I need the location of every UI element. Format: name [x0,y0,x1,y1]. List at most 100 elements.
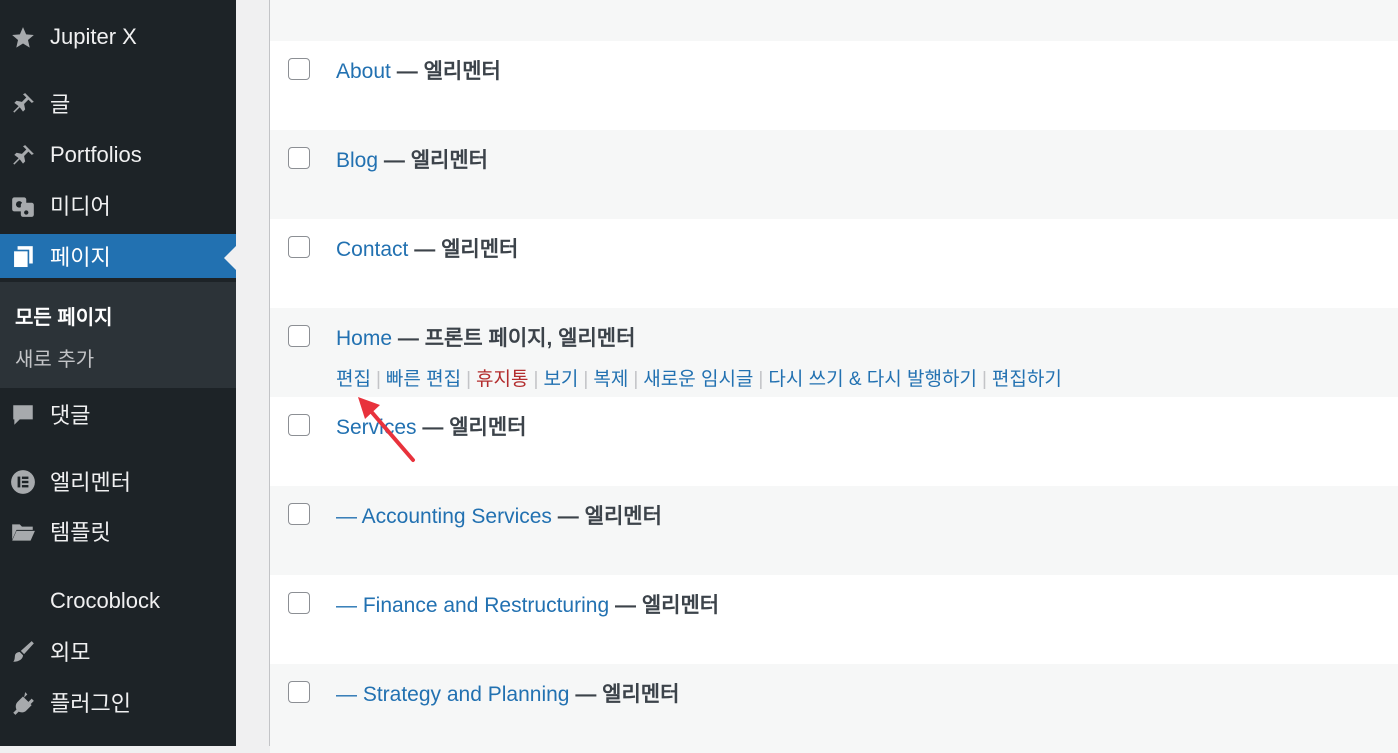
table-row: — Strategy and Planning — 엘리멘터 [270,664,1398,753]
page-title-link[interactable]: — Finance and Restructuring [336,594,609,617]
table-row [270,0,1398,41]
row-title: About — 엘리멘터 [336,55,501,85]
comment-icon [9,401,37,429]
menu-pages[interactable]: 페이지 [0,234,236,278]
row-checkbox[interactable] [288,592,310,614]
pages-submenu: 모든 페이지 새로 추가 [0,282,236,388]
page-title-link[interactable]: Blog [336,149,378,172]
submenu-all-pages[interactable]: 모든 페이지 [15,301,113,330]
post-state: 엘리멘터 [584,505,662,528]
action-separator: | [758,369,764,390]
menu-posts[interactable]: 글 [0,81,236,125]
title-separator: — [383,149,405,172]
menu-label: 외모 [50,640,91,665]
post-state: 엘리멘터 [441,238,519,261]
action-clone[interactable]: 복제 [593,369,628,390]
menu-comments[interactable]: 댓글 [0,392,236,436]
title-separator: — [575,683,597,706]
action-separator: | [981,369,987,390]
post-state: 프론트 페이지, 엘리멘터 [424,327,636,350]
admin-sidebar: Jupiter X 글 Portfolios 미디어 페이지 모든 페이지 새로… [0,0,236,746]
page-title-link[interactable]: Contact [336,238,408,261]
menu-portfolios[interactable]: Portfolios [0,133,236,177]
menu-plugins[interactable]: 플러그인 [0,680,236,724]
row-checkbox[interactable] [288,236,310,258]
menu-label: Jupiter X [50,24,137,49]
star-icon [9,24,37,52]
action-view[interactable]: 보기 [543,369,578,390]
menu-label: 댓글 [50,403,91,428]
action-separator: | [533,369,539,390]
menu-label: 플러그인 [50,691,131,716]
post-state: 엘리멘터 [449,416,527,439]
action-edit[interactable]: 편집 [336,369,371,390]
pages-icon [9,243,37,271]
menu-label: 템플릿 [50,520,111,545]
row-checkbox[interactable] [288,681,310,703]
post-state: 엘리멘터 [410,149,488,172]
title-separator: — [422,416,444,439]
row-checkbox[interactable] [288,58,310,80]
action-quick-edit[interactable]: 빠른 편집 [386,369,461,390]
table-row: — Accounting Services — 엘리멘터 [270,486,1398,575]
row-checkbox[interactable] [288,325,310,347]
table-row: Home — 프론트 페이지, 엘리멘터 편집 | 빠른 편집 | 휴지통 | 보기 | 복제 |… [270,308,1398,397]
pages-table: About — 엘리멘터 Blog — 엘리멘터 Contact — 엘리멘터 … [269,0,1398,753]
plugin-icon [9,689,37,717]
title-separator: — [396,60,418,83]
action-trash[interactable]: 휴지통 [476,369,528,390]
submenu-add-new[interactable]: 새로 추가 [15,343,94,372]
row-title: Contact — 엘리멘터 [336,233,518,263]
row-title: — Finance and Restructuring — 엘리멘터 [336,589,719,619]
action-separator: | [466,369,472,390]
title-separator: — [614,594,636,617]
table-row: Blog — 엘리멘터 [270,130,1398,219]
menu-media[interactable]: 미디어 [0,183,236,227]
page-title-link[interactable]: Home [336,327,392,350]
post-state: 엘리멘터 [641,594,720,617]
table-row: Contact — 엘리멘터 [270,219,1398,308]
brush-icon [9,638,37,666]
folder-icon [9,518,37,546]
menu-label: 글 [50,92,71,117]
page-title-link[interactable]: — Accounting Services [336,505,552,528]
row-title: — Accounting Services — 엘리멘터 [336,500,662,530]
media-icon [9,192,37,220]
menu-label: 엘리멘터 [50,470,131,495]
menu-templates[interactable]: 템플릿 [0,509,236,553]
action-separator: | [583,369,589,390]
title-separator: — [557,505,579,528]
menu-appearance[interactable]: 외모 [0,629,236,673]
page-title-link[interactable]: — Strategy and Planning [336,683,569,706]
menu-label: 미디어 [50,194,111,219]
page-title-link[interactable]: About [336,60,391,83]
row-actions: 편집 | 빠른 편집 | 휴지통 | 보기 | 복제 | 새로운 임시글 | 다시 쓰기 & 다시 발행… [336,364,1062,391]
action-edit-with-elementor[interactable]: 편집하기 [992,369,1062,390]
table-row: Services — 엘리멘터 [270,397,1398,486]
row-checkbox[interactable] [288,503,310,525]
row-title: Home — 프론트 페이지, 엘리멘터 [336,322,635,352]
row-checkbox[interactable] [288,414,310,436]
active-indicator [224,246,236,270]
crocoblock-icon [9,588,37,616]
menu-label: Crocoblock [50,588,161,613]
title-separator: — [414,238,436,261]
action-rewrite-republish[interactable]: 다시 쓰기 & 다시 발행하기 [768,369,977,390]
table-row: — Finance and Restructuring — 엘리멘터 [270,575,1398,664]
menu-elementor[interactable]: 엘리멘터 [0,459,236,503]
action-separator: | [633,369,639,390]
menu-jupiter-x[interactable]: Jupiter X [0,15,236,59]
annotation-arrow-icon [358,397,415,462]
action-new-draft[interactable]: 새로운 임시글 [643,369,753,390]
post-state: 엘리멘터 [602,683,680,706]
main-content: About — 엘리멘터 Blog — 엘리멘터 Contact — 엘리멘터 … [236,0,1398,753]
row-checkbox[interactable] [288,147,310,169]
pin-icon [9,142,37,170]
menu-crocoblock[interactable]: Crocoblock [0,579,236,623]
pin-icon [9,90,37,118]
title-separator: — [397,327,419,350]
action-separator: | [375,369,381,390]
row-title: Blog — 엘리멘터 [336,144,488,174]
menu-label: 페이지 [50,245,111,270]
table-row: About — 엘리멘터 [270,41,1398,130]
